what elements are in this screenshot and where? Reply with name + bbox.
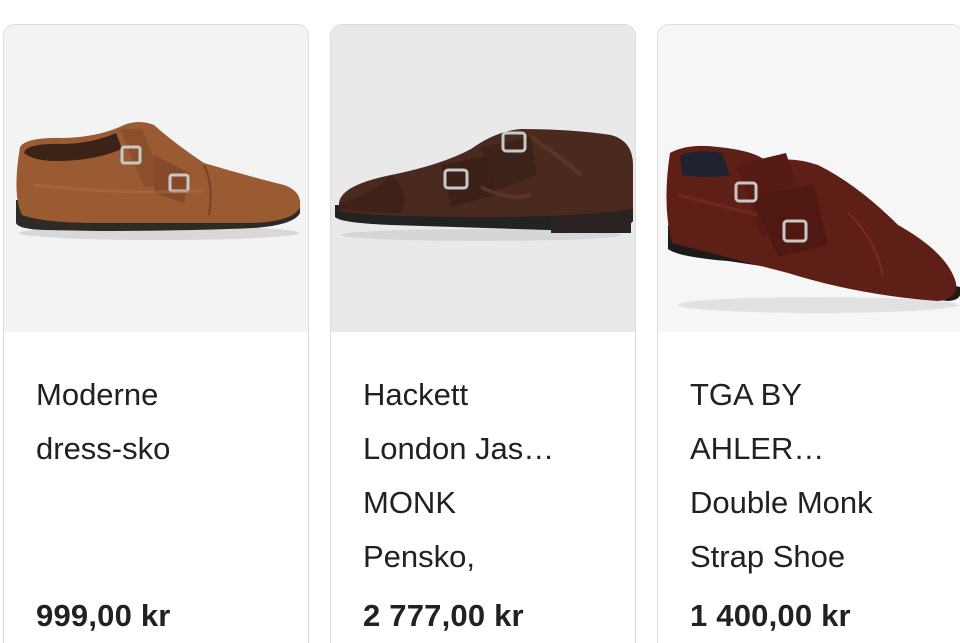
product-carousel: Moderne dress-sko 999,00 kr Hackett Lond… xyxy=(0,0,960,643)
product-price: 1 400,00 kr xyxy=(690,598,851,633)
product-title[interactable]: Moderne dress-sko xyxy=(36,368,286,476)
burgundy-double-monk-shoe-image xyxy=(666,145,960,313)
product-card[interactable]: Moderne dress-sko 999,00 kr xyxy=(3,24,309,643)
product-price: 999,00 kr xyxy=(36,598,171,633)
product-card[interactable]: TGA BY AHLER… Double Monk Strap Shoe 1 4… xyxy=(657,24,960,643)
product-image[interactable] xyxy=(658,25,960,332)
dark-brown-double-monk-shoe-image xyxy=(335,129,633,241)
brown-double-monk-shoe-image xyxy=(16,122,301,240)
product-title[interactable]: TGA BY AHLER… Double Monk Strap Shoe xyxy=(690,368,940,584)
product-title[interactable]: Hackett London Jas… MONK Pensko, xyxy=(363,368,613,584)
product-image[interactable] xyxy=(4,25,308,332)
product-card[interactable]: Hackett London Jas… MONK Pensko, 2 777,0… xyxy=(330,24,636,643)
product-image[interactable] xyxy=(331,25,635,332)
product-price: 2 777,00 kr xyxy=(363,598,524,633)
